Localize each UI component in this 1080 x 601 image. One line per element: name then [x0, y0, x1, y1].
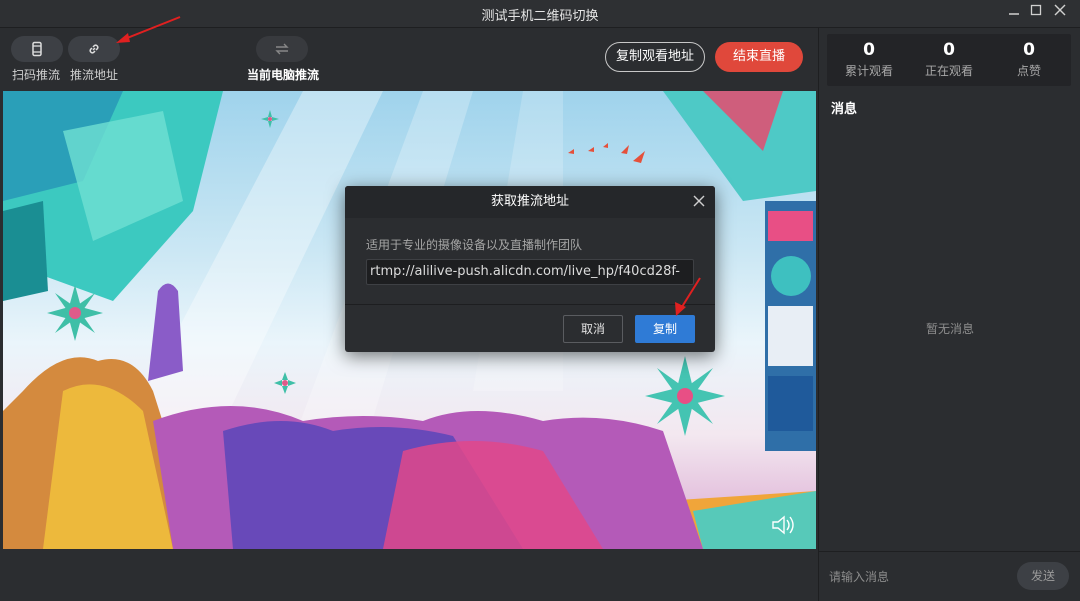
minimize-icon [1009, 13, 1019, 15]
stat-total-views-value: 0 [863, 40, 875, 60]
switch-arrows-icon [275, 43, 289, 55]
end-live-button[interactable]: 结束直播 [715, 42, 803, 72]
stats-panel: 0 累计观看 0 正在观看 0 点赞 [827, 34, 1071, 86]
cancel-button[interactable]: 取消 [563, 315, 623, 343]
stat-watching-label: 正在观看 [924, 64, 973, 78]
stat-likes-label: 点赞 [1016, 64, 1041, 78]
push-url-button[interactable] [68, 36, 120, 62]
right-panel: 0 累计观看 0 正在观看 0 点赞 消息 暂无消息 请输入消息 发送 [818, 28, 1080, 601]
stat-watching-value: 0 [943, 40, 955, 60]
close-icon [1054, 4, 1066, 16]
scan-push-label: 扫码推流 [12, 68, 61, 82]
phone-icon [32, 41, 42, 57]
dialog-title: 获取推流地址 [345, 186, 715, 218]
pc-push-button[interactable] [256, 36, 308, 62]
copy-button[interactable]: 复制 [635, 315, 695, 343]
messages-empty-text: 暂无消息 [925, 322, 974, 336]
dialog-description: 适用于专业的摄像设备以及直播制作团队 [366, 238, 583, 252]
close-window-button[interactable] [1050, 4, 1070, 22]
stat-total-views-label: 累计观看 [844, 64, 893, 78]
message-input-row: 请输入消息 发送 [819, 551, 1080, 601]
messages-title: 消息 [831, 102, 858, 117]
stat-likes: 0 点赞 [989, 34, 1069, 79]
scan-push-button[interactable] [11, 36, 63, 62]
dialog-close-button[interactable] [693, 192, 705, 211]
copy-watch-url-button[interactable]: 复制观看地址 [605, 42, 705, 72]
push-url-label: 推流地址 [70, 68, 119, 82]
stat-likes-value: 0 [1023, 40, 1035, 60]
send-button[interactable]: 发送 [1017, 562, 1069, 590]
maximize-button[interactable] [1026, 4, 1046, 22]
maximize-icon [1030, 4, 1042, 16]
push-url-field[interactable]: rtmp://alilive-push.alicdn.com/live_hp/f… [366, 259, 694, 285]
title-bar: 测试手机二维码切换 [0, 0, 1080, 28]
minimize-button[interactable] [1004, 4, 1024, 22]
pc-push-label: 当前电脑推流 [247, 68, 320, 82]
stat-watching: 0 正在观看 [909, 34, 989, 79]
close-icon [693, 195, 705, 207]
stat-total-views: 0 累计观看 [829, 34, 909, 79]
toolbar: 扫码推流 推流地址 当前电脑推流 复制观看地址 结束直播 [0, 28, 818, 90]
dialog-divider [345, 304, 715, 305]
message-input[interactable]: 请输入消息 [829, 568, 889, 585]
window-title: 测试手机二维码切换 [481, 9, 599, 24]
bottom-bar [0, 550, 818, 601]
push-url-dialog: 获取推流地址 适用于专业的摄像设备以及直播制作团队 rtmp://alilive… [345, 186, 715, 352]
link-icon [89, 44, 99, 54]
